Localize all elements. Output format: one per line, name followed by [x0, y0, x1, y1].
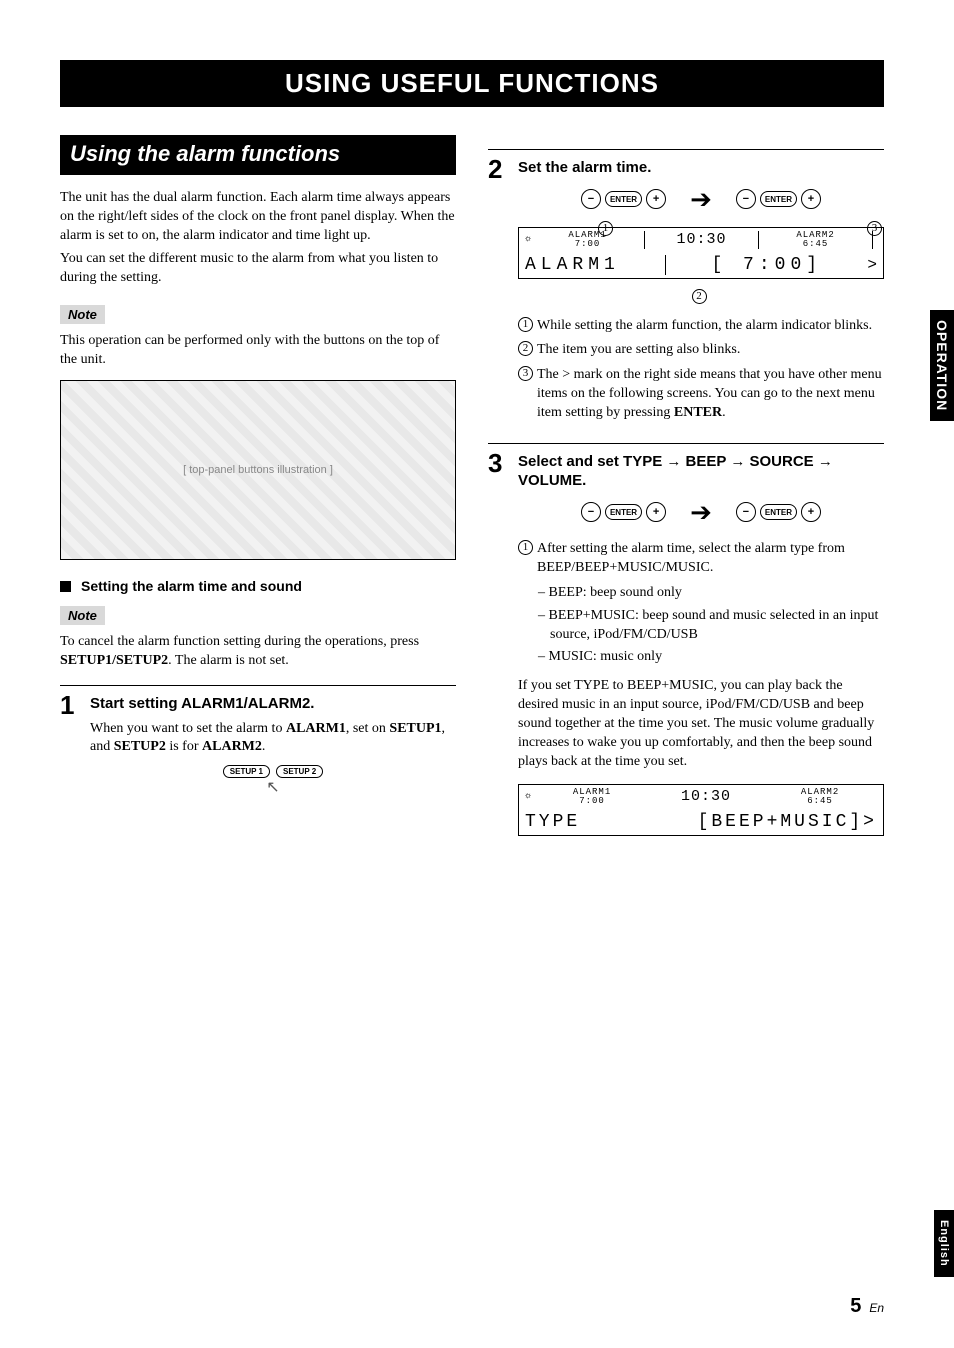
minus-enter-plus-group-3: − ENTER +	[581, 502, 666, 522]
step-3-heading: Select and set TYPE → BEEP → SOURCE → VO…	[518, 452, 884, 491]
arrow-right-icon: ➔	[690, 184, 712, 215]
lcd-alarm1-block: ALARM1 7:00	[535, 788, 649, 806]
callout-marker-1: 1	[598, 221, 613, 236]
intro-text-2: You can set the different music to the a…	[60, 250, 456, 288]
lcd-alarm2-block: ALARM2 6:45	[763, 788, 877, 806]
side-tab-english: English	[934, 1210, 954, 1277]
step-1-rule	[60, 685, 456, 686]
note-text-2: To cancel the alarm function setting dur…	[60, 633, 456, 671]
lcd-main-left: TYPE	[525, 812, 580, 832]
plus-button-icon: +	[801, 189, 821, 209]
minus-enter-plus-group: − ENTER +	[581, 189, 666, 209]
step-2-controls-figure: − ENTER + ➔ − ENTER +	[518, 184, 884, 215]
setup1-button-icon: SETUP 1	[223, 765, 270, 778]
plus-button-icon: +	[646, 502, 666, 522]
two-column-layout: Using the alarm functions The unit has t…	[60, 135, 884, 846]
callout-num-1: 1	[518, 540, 533, 555]
callout-marker-3: 3	[867, 221, 882, 236]
step-3-callout-list: 1 After setting the alarm time, select th…	[518, 540, 884, 578]
sun-icon: ☼	[525, 234, 535, 245]
page-number: 5 En	[850, 1295, 884, 1318]
step-2-number: 2	[488, 156, 506, 429]
square-bullet-icon	[60, 581, 71, 592]
step-1-body: When you want to set the alarm to ALARM1…	[90, 720, 456, 758]
chevron-right-icon: >	[863, 256, 877, 274]
step-3-controls-figure: − ENTER + ➔ − ENTER +	[518, 497, 884, 528]
page-banner: USING USEFUL FUNCTIONS	[60, 60, 884, 107]
step-3-rule	[488, 443, 884, 444]
figure-alt-text: [ top-panel buttons illustration ]	[61, 381, 455, 559]
step-1-number: 1	[60, 692, 78, 796]
callout-text-1: While setting the alarm function, the al…	[537, 317, 884, 336]
minus-button-icon: −	[736, 189, 756, 209]
page-number-suffix: En	[865, 1301, 884, 1315]
callout-num-2: 2	[518, 341, 533, 356]
page-number-value: 5	[850, 1295, 861, 1317]
minus-button-icon: −	[736, 502, 756, 522]
plus-button-icon: +	[646, 189, 666, 209]
step-2-lcd-with-callouts: 1 3 ☼ ALARM1 7:00 10:30	[518, 227, 884, 305]
step-3-paragraph: If you set TYPE to BEEP+MUSIC, you can p…	[518, 677, 884, 771]
minus-button-icon: −	[581, 502, 601, 522]
step-2-callout-list: 1 While setting the alarm function, the a…	[518, 317, 884, 423]
lcd-display-1: ☼ ALARM1 7:00 10:30 ALARM2 6:45	[518, 227, 884, 279]
step-2: 2 Set the alarm time. − ENTER + ➔ − ENTE…	[488, 156, 884, 429]
enter-button-icon: ENTER	[605, 191, 642, 207]
setup2-button-icon: SETUP 2	[276, 765, 323, 778]
callout-text-3: The > mark on the right side means that …	[537, 366, 884, 423]
callout-text-2: The item you are setting also blinks.	[537, 341, 884, 360]
alarm-type-sublist: – BEEP: beep sound only – BEEP+MUSIC: be…	[538, 584, 884, 668]
step-1-heading: Start setting ALARM1/ALARM2.	[90, 694, 456, 714]
lcd-clock: 10:30	[649, 231, 754, 248]
minus-enter-plus-group-4: − ENTER +	[736, 502, 821, 522]
enter-button-icon: ENTER	[605, 504, 642, 520]
subsection-title: Setting the alarm time and sound	[81, 578, 302, 594]
enter-button-icon: ENTER	[760, 504, 797, 520]
intro-text-1: The unit has the dual alarm function. Ea…	[60, 189, 456, 246]
right-column: 2 Set the alarm time. − ENTER + ➔ − ENTE…	[488, 135, 884, 846]
unit-top-figure: [ top-panel buttons illustration ]	[60, 380, 456, 560]
step-3: 3 Select and set TYPE → BEEP → SOURCE → …	[488, 450, 884, 846]
finger-pointer-icon: ↖	[90, 780, 456, 796]
step-2-rule	[488, 149, 884, 150]
lcd-clock: 10:30	[649, 788, 763, 805]
enter-button-icon: ENTER	[760, 191, 797, 207]
step-2-heading: Set the alarm time.	[518, 158, 884, 178]
plus-button-icon: +	[801, 502, 821, 522]
lcd-main-left: ALARM1	[525, 255, 620, 275]
sublist-music: – MUSIC: music only	[538, 648, 884, 667]
setup-buttons-figure: SETUP 1 SETUP 2	[90, 765, 456, 778]
lcd-main-right: [BEEP+MUSIC]>	[698, 812, 877, 832]
lcd-display-2: ☼ ALARM1 7:00 10:30 ALARM2 6:45 TYPE	[518, 784, 884, 836]
minus-button-icon: −	[581, 189, 601, 209]
left-column: Using the alarm functions The unit has t…	[60, 135, 456, 846]
step-1: 1 Start setting ALARM1/ALARM2. When you …	[60, 692, 456, 796]
lcd-alarm1-block: ALARM1 7:00	[535, 231, 640, 249]
intro-paragraphs: The unit has the dual alarm function. Ea…	[60, 189, 456, 287]
sun-icon: ☼	[525, 791, 535, 802]
note-label-1: Note	[60, 305, 105, 324]
callout-num-1: 1	[518, 317, 533, 332]
section-subtitle: Using the alarm functions	[60, 135, 456, 175]
callout-marker-2: 2	[692, 289, 707, 304]
note-text-1: This operation can be performed only wit…	[60, 332, 456, 370]
sublist-beep: – BEEP: beep sound only	[538, 584, 884, 603]
arrow-right-icon: ➔	[690, 497, 712, 528]
step-3-number: 3	[488, 450, 506, 846]
subsection-head: Setting the alarm time and sound	[60, 578, 456, 594]
minus-enter-plus-group-2: − ENTER +	[736, 189, 821, 209]
lcd-alarm2-block: ALARM2 6:45	[763, 231, 868, 249]
lcd-main-mid: [ 7:00]	[711, 255, 822, 275]
side-tab-operation: OPERATION	[930, 310, 954, 421]
callout-num-3: 3	[518, 366, 533, 381]
callout-text-1: After setting the alarm time, select the…	[537, 540, 884, 578]
sublist-beep-music: – BEEP+MUSIC: beep sound and music selec…	[538, 607, 884, 645]
note-label-2: Note	[60, 606, 105, 625]
